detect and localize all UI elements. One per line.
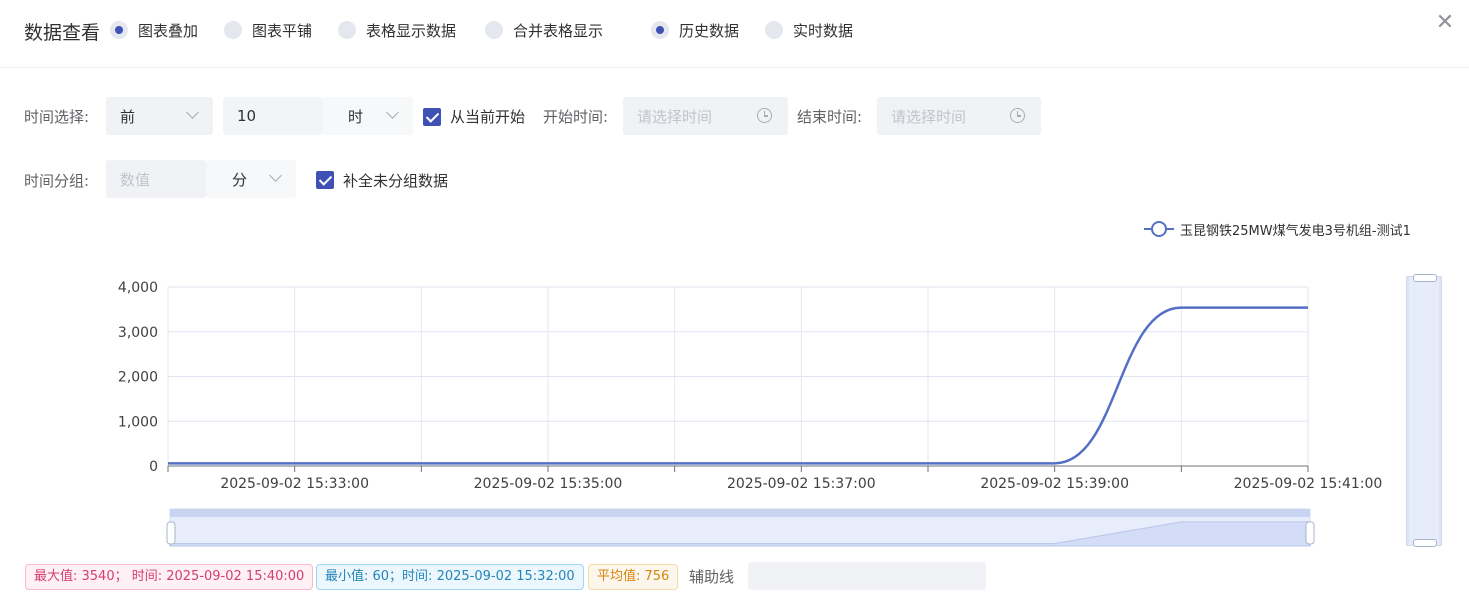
y-tick-label: 2,000 xyxy=(118,370,158,386)
y-tick-label: 3,000 xyxy=(118,325,158,341)
zoom-left-handle xyxy=(166,521,176,545)
aux-line-label: 辅助线 xyxy=(689,568,735,586)
aux-line-input[interactable] xyxy=(748,562,986,590)
line-chart: 0 1,000 2,000 3,000 4,000 2025-09-02 15:33:00… xyxy=(118,280,1383,547)
vertical-zoom-range xyxy=(1409,277,1439,545)
series-line xyxy=(168,306,1308,465)
y-tick-label: 4,000 xyxy=(118,280,158,296)
avg-value-badge: 平均值: 756 xyxy=(588,564,679,590)
x-tick-label: 2025-09-02 15:35:00 xyxy=(474,476,623,492)
x-tick-label: 2025-09-02 15:39:00 xyxy=(980,476,1129,492)
x-tick-label: 2025-09-02 15:33:00 xyxy=(220,476,369,492)
x-tick-label: 2025-09-02 15:41:00 xyxy=(1234,476,1383,492)
max-value-badge: 最大值: 3540； 时间: 2025-09-02 15:40:00 xyxy=(25,564,314,590)
min-value-badge: 最小值: 60；时间: 2025-09-02 15:32:00 xyxy=(316,564,584,590)
vertical-zoom-slider[interactable] xyxy=(1406,274,1442,547)
y-tick-label: 1,000 xyxy=(118,414,158,430)
x-tick-label: 2025-09-02 15:37:00 xyxy=(727,476,876,492)
y-tick-label: 0 xyxy=(149,459,158,475)
zoom-right-handle xyxy=(1305,521,1315,545)
vertical-zoom-top-handle[interactable] xyxy=(1413,274,1437,282)
vertical-zoom-bottom-handle[interactable] xyxy=(1413,539,1437,547)
zoom-top-bar xyxy=(170,509,1310,517)
